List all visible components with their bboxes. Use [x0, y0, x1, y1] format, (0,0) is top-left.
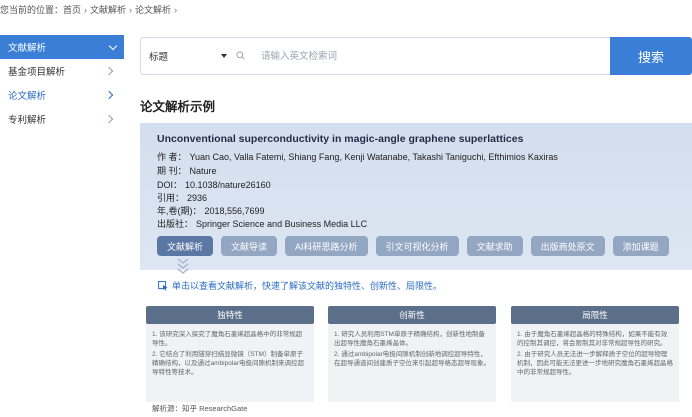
sidebar-header-label: 文献解析 — [8, 43, 47, 54]
analysis-cards: 独特性 1. 该研究深入探究了魔角石墨烯超晶格中的非常规超导性。 2. 它结合了… — [146, 306, 692, 402]
sidebar-item-label: 基金项目解析 — [8, 67, 66, 78]
sidebar-item-label: 论文解析 — [8, 91, 47, 102]
paper-journal: 期 刊： Nature — [157, 164, 217, 177]
card-body: 1. 该研究深入探究了魔角石墨烯超晶格中的非常规超导性。 2. 它结合了利用隧穿… — [146, 324, 314, 377]
card-body: 1. 由于魔角石墨烯超晶格的特殊结构，如果不能有效的控制其调控，将会限制其对非常… — [511, 324, 679, 377]
paper-citations: 引用： 2936 — [157, 191, 207, 204]
breadcrumb-separator: › — [84, 5, 88, 15]
analysis-source: 解析源：知乎 ResearchGate — [152, 404, 248, 413]
paper-authors: 作 者： Yuan Cao, Valla Fatemi, Shiang Fang,… — [157, 150, 558, 163]
sidebar-header[interactable]: 文献解析 — [0, 35, 124, 59]
card-title: 局限性 — [511, 306, 679, 324]
meta-value: 2936 — [187, 193, 208, 203]
meta-key: 作 者： — [157, 152, 187, 162]
card-line: 1. 该研究深入探究了魔角石墨烯超晶格中的非常规超导性。 — [152, 331, 303, 347]
guide-button[interactable]: 文献导读 — [221, 236, 278, 256]
search-bar: 标题 搜索 — [140, 37, 692, 75]
paper-title[interactable]: Unconventional superconductivity in magi… — [157, 133, 523, 145]
limitation-card: 局限性 1. 由于魔角石墨烯超晶格的特殊结构，如果不能有效的控制其调控，将会限制… — [511, 306, 679, 402]
card-line: 2. 由于研究人员无法进一步解释质子空位的超导物理机制，因此可能无法更进一步地研… — [517, 351, 673, 376]
ai-analysis-button[interactable]: AI科研思路分析 — [285, 236, 368, 256]
meta-value: 2018,556,7699 — [204, 206, 265, 216]
double-chevron-down-icon — [177, 258, 189, 274]
sidebar-item-label: 专利解析 — [8, 115, 47, 126]
search-icon — [236, 51, 245, 60]
paper-doi: DOI： 10.1038/nature26160 — [157, 178, 271, 191]
breadcrumb-paper[interactable]: 论文解析 — [135, 3, 171, 16]
meta-key: 期 刊： — [157, 166, 187, 176]
innovation-card: 创新性 1. 研究人员利用STM单原子精确结构，创新性地制备出超导性魔角石墨烯晶… — [328, 306, 496, 402]
card-title: 创新性 — [328, 306, 496, 324]
paper-publisher: 出版社： Springer Science and Business Media … — [157, 217, 367, 230]
breadcrumb-separator: › — [129, 5, 133, 15]
breadcrumb-literature[interactable]: 文献解析 — [90, 3, 126, 16]
hint-text: 单击以查看文献解析，快速了解该文献的独特性、创新性、局限性。 — [172, 281, 443, 291]
card-title: 独特性 — [146, 306, 314, 324]
chevron-down-icon — [108, 41, 118, 50]
analysis-hint[interactable]: 单击以查看文献解析，快速了解该文献的独特性、创新性、局限性。 — [158, 279, 442, 292]
meta-key: 引用： — [157, 193, 185, 203]
sidebar: 文献解析 基金项目解析 论文解析 专利解析 — [0, 35, 124, 131]
paper-action-row: 文献解析 文献导读 AI科研思路分析 引文可视化分析 文献求助 出版商处原文 添… — [157, 236, 669, 256]
cursor-click-icon — [158, 280, 168, 291]
meta-key: 年,卷(期)： — [157, 206, 202, 216]
card-body: 1. 研究人员利用STM单原子精确结构，创新性地制备出超导性魔角石墨烯晶体。 2… — [328, 324, 496, 368]
search-field-value: 标题 — [149, 52, 169, 63]
section-title: 论文解析示例 — [140, 100, 216, 114]
meta-key: 出版社： — [157, 219, 194, 229]
publisher-original-button[interactable]: 出版商处原文 — [530, 236, 605, 256]
meta-value: Nature — [189, 166, 217, 176]
breadcrumb-separator: › — [174, 5, 178, 15]
citation-visual-button[interactable]: 引文可视化分析 — [375, 236, 459, 256]
meta-value: Yuan Cao, Valla Fatemi, Shiang Fang, Ken… — [189, 152, 558, 162]
breadcrumb: 您当前的位置：首页 › 文献解析 › 论文解析 › — [0, 3, 180, 17]
paper-volume: 年,卷(期)： 2018,556,7699 — [157, 204, 265, 217]
add-topic-button[interactable]: 添加课题 — [612, 236, 669, 256]
meta-value: Springer Science and Business Media LLC — [196, 219, 368, 229]
caret-down-icon — [221, 54, 227, 58]
sidebar-item-fund[interactable]: 基金项目解析 — [0, 59, 124, 83]
sidebar-item-patent[interactable]: 专利解析 — [0, 107, 124, 131]
uniqueness-card: 独特性 1. 该研究深入探究了魔角石墨烯超晶格中的非常规超导性。 2. 它结合了… — [146, 306, 314, 402]
card-line: 1. 研究人员利用STM单原子精确结构，创新性地制备出超导性魔角石墨烯晶体。 — [334, 331, 485, 347]
search-input[interactable] — [247, 38, 607, 74]
chevron-right-icon — [104, 66, 114, 76]
card-line: 2. 通过ambipolar电极间隙机制创新地调控超导特性，在超导通道间创建质子… — [334, 351, 490, 367]
request-button[interactable]: 文献求助 — [466, 236, 523, 256]
breadcrumb-home[interactable]: 首页 — [63, 3, 81, 16]
meta-key: DOI： — [157, 180, 183, 190]
meta-value: 10.1038/nature26160 — [185, 180, 271, 190]
chevron-right-icon — [104, 90, 114, 100]
card-line: 2. 它结合了利用隧穿扫描显微镜（STM）制备单原子精确结构，以及通过ambip… — [152, 351, 305, 376]
paper-card: Unconventional superconductivity in magi… — [140, 123, 692, 270]
card-line: 1. 由于魔角石墨烯超晶格的特殊结构，如果不能有效的控制其调控，将会限制其对非常… — [517, 331, 668, 347]
search-field-select[interactable]: 标题 — [149, 38, 227, 74]
breadcrumb-prefix: 您当前的位置： — [0, 5, 64, 15]
search-button[interactable]: 搜索 — [610, 37, 692, 75]
analyze-button[interactable]: 文献解析 — [157, 236, 214, 256]
chevron-right-icon — [104, 114, 114, 124]
sidebar-item-paper[interactable]: 论文解析 — [0, 83, 124, 107]
